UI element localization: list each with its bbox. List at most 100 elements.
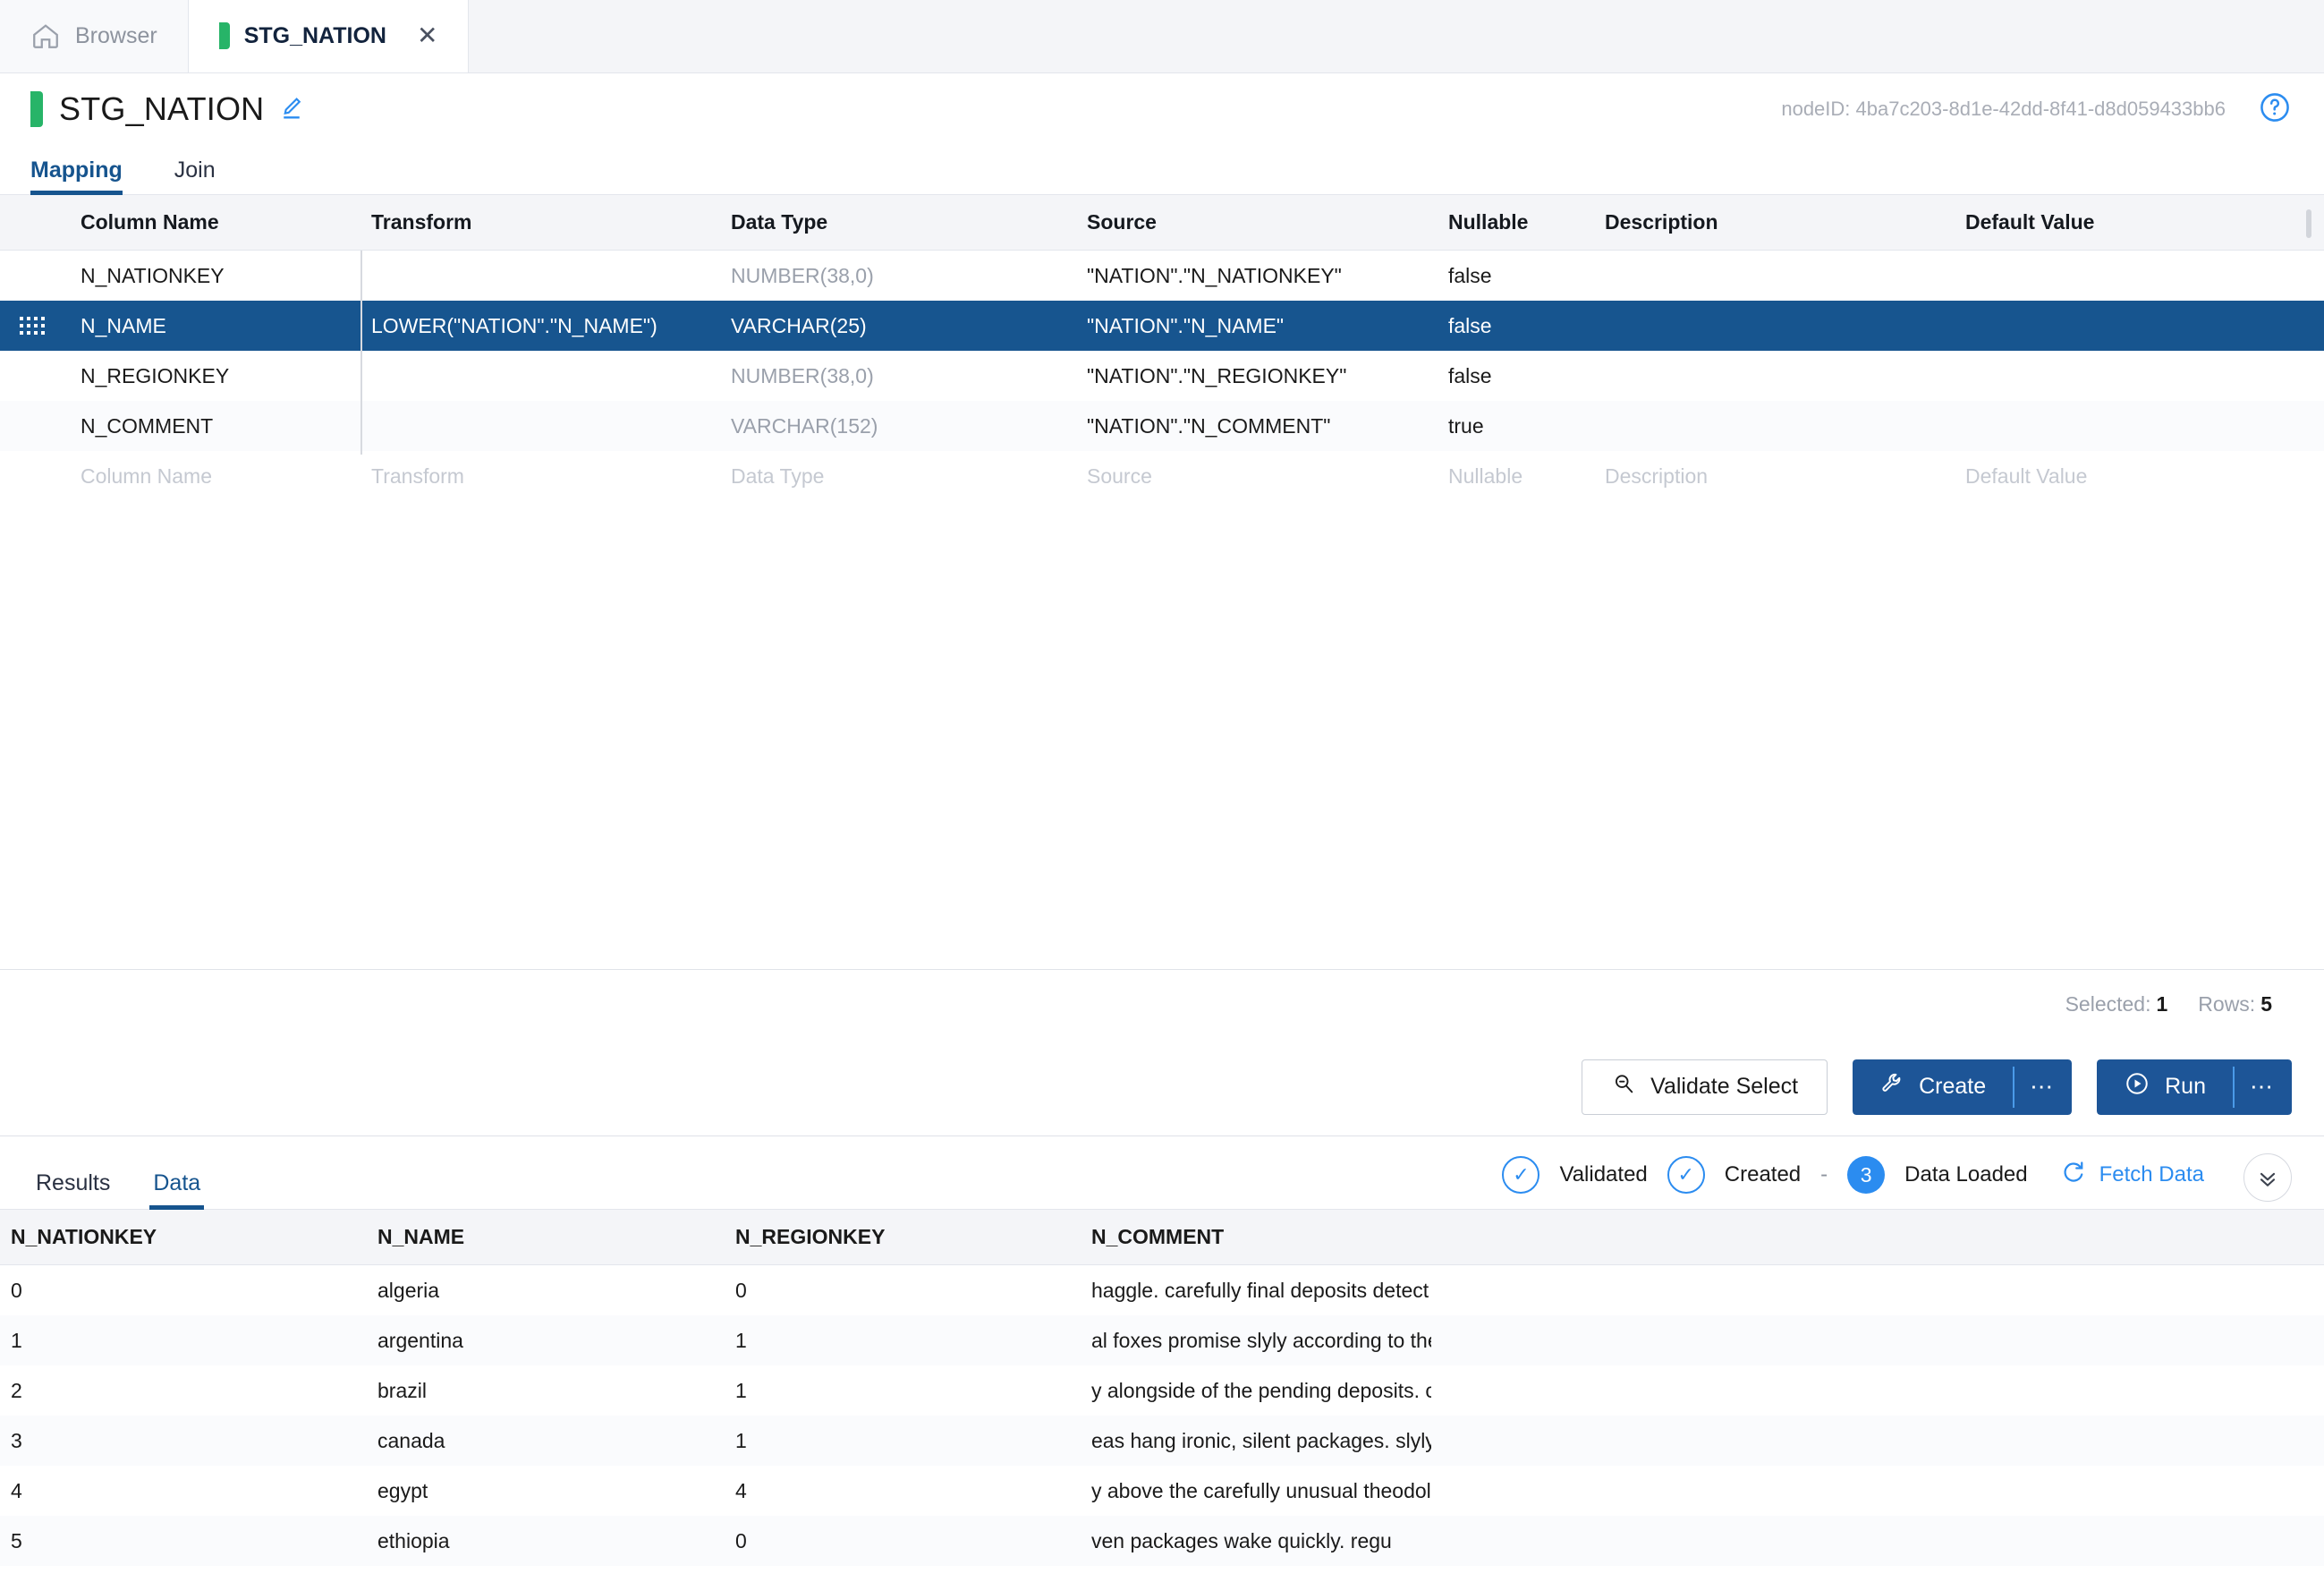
cell-data-type[interactable]: VARCHAR(25) bbox=[720, 314, 1076, 338]
tab-data[interactable]: Data bbox=[131, 1170, 222, 1210]
header-transform[interactable]: Transform bbox=[360, 210, 720, 234]
create-button[interactable]: Create bbox=[1853, 1059, 2014, 1115]
data-row[interactable]: 3 canada 1 eas hang ironic, silent packa… bbox=[0, 1416, 2324, 1466]
data-row[interactable]: 5 ethiopia 0 ven packages wake quickly. … bbox=[0, 1516, 2324, 1566]
data-row[interactable]: 1 argentina 1 al foxes promise slyly acc… bbox=[0, 1315, 2324, 1365]
loaded-count-badge: 3 bbox=[1847, 1156, 1886, 1194]
cell-column-name[interactable]: N_REGIONKEY bbox=[70, 364, 360, 388]
home-icon bbox=[30, 21, 61, 51]
close-icon[interactable]: ✕ bbox=[417, 23, 437, 48]
placeholder-column-name[interactable]: Column Name bbox=[70, 464, 360, 489]
data-cell-n-regionkey: 1 bbox=[735, 1378, 747, 1402]
placeholder-source[interactable]: Source bbox=[1076, 464, 1438, 489]
run-button[interactable]: Run bbox=[2097, 1059, 2233, 1115]
tab-stg-nation-label: STG_NATION bbox=[243, 22, 386, 48]
table-row[interactable]: N_REGIONKEY NUMBER(38,0) "NATION"."N_REG… bbox=[0, 351, 2324, 401]
validate-select-button[interactable]: Validate Select bbox=[1582, 1059, 1828, 1115]
create-label: Create bbox=[1919, 1074, 1987, 1099]
action-bar: Validate Select Create ⋯ Run ⋯ bbox=[0, 1038, 2324, 1136]
placeholder-description[interactable]: Description bbox=[1594, 464, 1955, 489]
data-header-n-comment[interactable]: N_COMMENT bbox=[1081, 1225, 1431, 1249]
data-row[interactable]: 2 brazil 1 y alongside of the pending de… bbox=[0, 1365, 2324, 1416]
cell-source[interactable]: "NATION"."N_REGIONKEY" bbox=[1076, 364, 1438, 388]
cell-column-name[interactable]: N_NATIONKEY bbox=[70, 264, 360, 288]
tab-join[interactable]: Join bbox=[174, 157, 216, 194]
page-title: STG_NATION bbox=[59, 90, 265, 127]
cell-source[interactable]: "NATION"."N_COMMENT" bbox=[1076, 414, 1438, 438]
cell-data-type[interactable]: NUMBER(38,0) bbox=[720, 264, 1076, 288]
table-row-selected[interactable]: N_NAME LOWER("NATION"."N_NAME") VARCHAR(… bbox=[0, 301, 2324, 351]
data-cell-n-name: algeria bbox=[377, 1278, 440, 1302]
cell-nullable[interactable]: false bbox=[1438, 314, 1594, 338]
header-data-type[interactable]: Data Type bbox=[720, 210, 1076, 234]
pencil-icon[interactable] bbox=[278, 94, 305, 125]
cell-nullable[interactable]: true bbox=[1438, 414, 1594, 438]
data-result-grid: N_NATIONKEY N_NAME N_REGIONKEY N_COMMENT… bbox=[0, 1210, 2324, 1566]
tab-mapping[interactable]: Mapping bbox=[30, 157, 123, 195]
selected-count-value: 1 bbox=[2156, 991, 2168, 1016]
data-row[interactable]: 4 egypt 4 y above the carefully unusual … bbox=[0, 1466, 2324, 1516]
data-cell-n-name: brazil bbox=[377, 1378, 427, 1402]
header-column-name[interactable]: Column Name bbox=[70, 210, 360, 234]
data-row[interactable]: 0 algeria 0 haggle. carefully final depo… bbox=[0, 1265, 2324, 1315]
created-label: Created bbox=[1724, 1162, 1802, 1186]
create-button-group: Create ⋯ bbox=[1853, 1059, 2073, 1115]
run-more-button[interactable]: ⋯ bbox=[2233, 1059, 2292, 1115]
cell-column-name[interactable]: N_NAME bbox=[70, 314, 360, 338]
placeholder-transform[interactable]: Transform bbox=[360, 464, 720, 489]
data-cell-n-name: argentina bbox=[377, 1328, 463, 1352]
created-check-icon: ✓ bbox=[1667, 1156, 1705, 1194]
header-nullable[interactable]: Nullable bbox=[1438, 210, 1594, 234]
data-cell-n-name: canada bbox=[377, 1428, 445, 1452]
tab-strip: Browser STG_NATION ✕ bbox=[0, 0, 2324, 73]
cell-nullable[interactable]: false bbox=[1438, 364, 1594, 388]
cell-source[interactable]: "NATION"."N_NATIONKEY" bbox=[1076, 264, 1438, 288]
data-header-n-regionkey[interactable]: N_REGIONKEY bbox=[725, 1225, 1081, 1249]
placeholder-data-type[interactable]: Data Type bbox=[720, 464, 1076, 489]
new-row-placeholder[interactable]: Column Name Transform Data Type Source N… bbox=[0, 451, 2324, 501]
mapping-grid: Column Name Transform Data Type Source N… bbox=[0, 195, 2324, 970]
drag-handle-icon[interactable] bbox=[20, 317, 45, 335]
data-header-n-nationkey[interactable]: N_NATIONKEY bbox=[0, 1225, 367, 1249]
fetch-data-label: Fetch Data bbox=[2099, 1162, 2204, 1186]
horizontal-scrollbar-thumb[interactable] bbox=[2306, 209, 2311, 238]
data-grid-header: N_NATIONKEY N_NAME N_REGIONKEY N_COMMENT bbox=[0, 1210, 2324, 1265]
data-cell-n-regionkey: 0 bbox=[735, 1278, 747, 1302]
run-label: Run bbox=[2165, 1074, 2206, 1099]
cell-data-type[interactable]: NUMBER(38,0) bbox=[720, 364, 1076, 388]
placeholder-nullable[interactable]: Nullable bbox=[1438, 464, 1594, 489]
rows-count-value: 5 bbox=[2260, 991, 2272, 1016]
data-cell-n-comment: y alongside of the pending deposits. car… bbox=[1091, 1378, 1431, 1402]
placeholder-default-value[interactable]: Default Value bbox=[1955, 464, 2312, 489]
tab-results[interactable]: Results bbox=[14, 1170, 131, 1209]
data-cell-n-name: ethiopia bbox=[377, 1528, 450, 1552]
data-header-n-name[interactable]: N_NAME bbox=[367, 1225, 725, 1249]
tab-browser[interactable]: Browser bbox=[0, 0, 189, 72]
cell-nullable[interactable]: false bbox=[1438, 264, 1594, 288]
status-separator: - bbox=[1820, 1162, 1828, 1186]
header-default-value[interactable]: Default Value bbox=[1955, 210, 2312, 234]
header-source[interactable]: Source bbox=[1076, 210, 1438, 234]
run-button-group: Run ⋯ bbox=[2097, 1059, 2292, 1115]
column-divider[interactable] bbox=[360, 251, 362, 455]
tab-stg-nation[interactable]: STG_NATION ✕ bbox=[188, 0, 470, 72]
chevron-double-down-icon[interactable] bbox=[2243, 1153, 2292, 1202]
play-circle-icon bbox=[2124, 1070, 2150, 1103]
data-cell-n-comment: y above the carefully unusual theodolite… bbox=[1091, 1478, 1431, 1502]
fetch-data-button[interactable]: Fetch Data bbox=[2060, 1159, 2204, 1192]
cell-source[interactable]: "NATION"."N_NAME" bbox=[1076, 314, 1438, 338]
data-cell-n-regionkey: 1 bbox=[735, 1328, 747, 1352]
help-circle-icon[interactable] bbox=[2258, 90, 2292, 129]
data-loaded-label: Data Loaded bbox=[1904, 1162, 2028, 1186]
cell-transform[interactable]: LOWER("NATION"."N_NAME") bbox=[360, 314, 720, 338]
row-drag-handle[interactable] bbox=[0, 317, 70, 335]
cell-column-name[interactable]: N_COMMENT bbox=[70, 414, 360, 438]
results-tab-bar: Results Data ✓ Validated ✓ Created - 3 D… bbox=[0, 1136, 2324, 1210]
create-more-button[interactable]: ⋯ bbox=[2013, 1059, 2073, 1115]
table-row[interactable]: N_COMMENT VARCHAR(152) "NATION"."N_COMME… bbox=[0, 401, 2324, 451]
cell-data-type[interactable]: VARCHAR(152) bbox=[720, 414, 1076, 438]
table-row[interactable]: N_NATIONKEY NUMBER(38,0) "NATION"."N_NAT… bbox=[0, 251, 2324, 301]
data-cell-n-nationkey: 1 bbox=[11, 1328, 22, 1352]
data-cell-n-name: egypt bbox=[377, 1478, 428, 1502]
header-description[interactable]: Description bbox=[1594, 210, 1955, 234]
